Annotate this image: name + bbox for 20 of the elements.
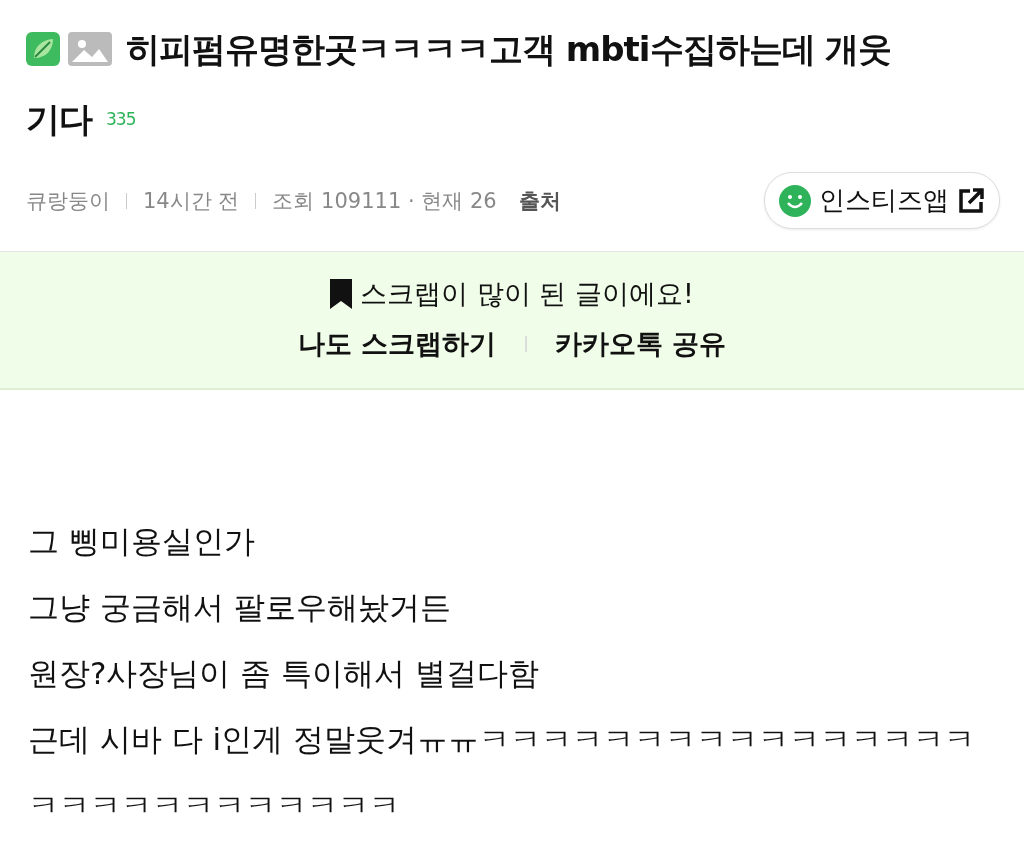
share-link[interactable]: 카카오톡 공유 [554, 326, 726, 362]
view-count: 조회 109111 · 현재 26 [272, 187, 497, 215]
body-text: 그 삥미용실인가 [28, 522, 256, 561]
external-link-icon [957, 186, 985, 215]
smiley-icon [779, 184, 811, 217]
body-text: 원장?사장님이 좀 특이해서 별걸다함 [28, 654, 540, 693]
share-link[interactable]: 나도 스크랩하기 [298, 326, 497, 362]
source-link[interactable]: 출처 [518, 186, 561, 215]
post-time: 14시간 전 [143, 187, 240, 215]
app-button[interactable]: 인스티즈앱 [764, 172, 1000, 229]
image-icon [68, 32, 112, 66]
leaf-icon [26, 32, 60, 66]
bookmark-icon [330, 279, 353, 309]
body-text: 그냥 궁금해서 팔로우해놨거든 [28, 588, 452, 627]
scrap-message: 스크랩이 많이 된 글이에요! [360, 277, 694, 311]
author-name: 큐랑둥이 [26, 187, 110, 215]
body-text: 근데 시바 다 i인게 정말웃겨ㅠㅠㅋㅋㅋㅋㅋㅋㅋㅋㅋㅋㅋㅋㅋㅋㅋㅋㅋㅋㅋㅋㅋㅋㅋㅋㅋㅋㅋㅋ [28, 720, 977, 825]
comment-count: 335 [106, 108, 136, 131]
post-title: 히피펌유명한곳ㅋㅋㅋㅋ고객 mbti수집하는데 개웃 [126, 28, 892, 71]
post-title: 기다 [26, 98, 92, 141]
